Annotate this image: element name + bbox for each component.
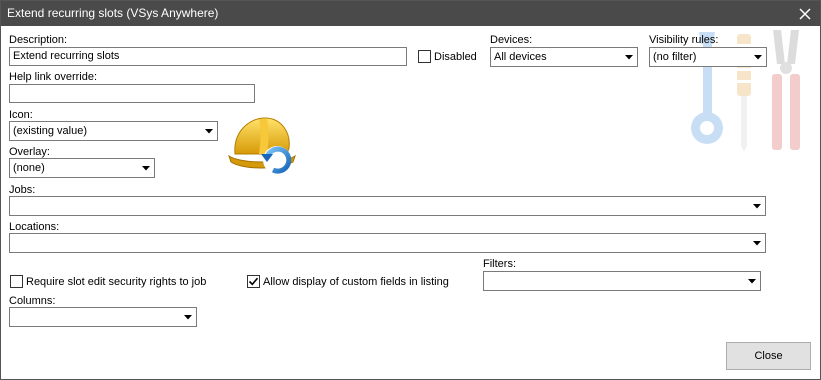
jobs-dropdown[interactable] — [9, 196, 766, 216]
jobs-label: Jobs: — [9, 184, 36, 196]
devices-label: Devices: — [490, 34, 533, 46]
visibility-rules-label: Visibility rules: — [649, 34, 719, 46]
checkmark-icon — [248, 277, 259, 286]
icon-label: Icon: — [9, 109, 33, 121]
overlay-dropdown[interactable]: (none) — [9, 158, 155, 178]
dialog-content: Description: Extend recurring slots Disa… — [1, 26, 820, 379]
columns-dropdown[interactable] — [9, 307, 197, 327]
devices-value: All devices — [494, 51, 547, 63]
devices-dropdown[interactable]: All devices — [490, 47, 638, 67]
close-window-button[interactable] — [790, 1, 820, 26]
filters-dropdown[interactable] — [483, 271, 761, 291]
overlay-label: Overlay: — [9, 146, 50, 158]
description-label: Description: — [9, 34, 68, 46]
overlay-value: (none) — [13, 162, 45, 174]
chevron-down-icon — [749, 234, 765, 252]
disabled-label: Disabled — [434, 51, 477, 63]
chevron-down-icon — [201, 122, 217, 140]
icon-value: (existing value) — [13, 125, 87, 137]
visibility-rules-dropdown[interactable]: (no filter) — [649, 47, 767, 67]
help-link-label: Help link override: — [9, 71, 98, 83]
chevron-down-icon — [749, 197, 765, 215]
description-input[interactable]: Extend recurring slots — [9, 47, 407, 66]
close-button[interactable]: Close — [726, 342, 811, 370]
visibility-rules-value: (no filter) — [653, 51, 697, 63]
chevron-down-icon — [180, 308, 196, 326]
help-link-input[interactable] — [9, 84, 255, 103]
locations-label: Locations: — [9, 221, 60, 233]
locations-dropdown[interactable] — [9, 233, 766, 253]
icon-dropdown[interactable]: (existing value) — [9, 121, 218, 141]
dialog-window: Extend recurring slots (VSys Anywhere) D… — [0, 0, 821, 380]
filters-label: Filters: — [483, 258, 516, 270]
columns-label: Columns: — [9, 295, 56, 307]
chevron-down-icon — [750, 48, 766, 66]
disabled-checkbox[interactable] — [418, 50, 431, 63]
hardhat-refresh-icon — [228, 117, 296, 174]
allow-custom-fields-label: Allow display of custom fields in listin… — [263, 276, 449, 288]
chevron-down-icon — [621, 48, 637, 66]
chevron-down-icon — [744, 272, 760, 290]
chevron-down-icon — [138, 159, 154, 177]
title-bar: Extend recurring slots (VSys Anywhere) — [1, 1, 820, 26]
require-slot-edit-checkbox[interactable] — [10, 275, 23, 288]
allow-custom-fields-checkbox[interactable] — [247, 275, 260, 288]
window-title: Extend recurring slots (VSys Anywhere) — [7, 6, 219, 20]
close-icon — [799, 7, 811, 20]
require-slot-edit-label: Require slot edit security rights to job — [26, 276, 207, 288]
